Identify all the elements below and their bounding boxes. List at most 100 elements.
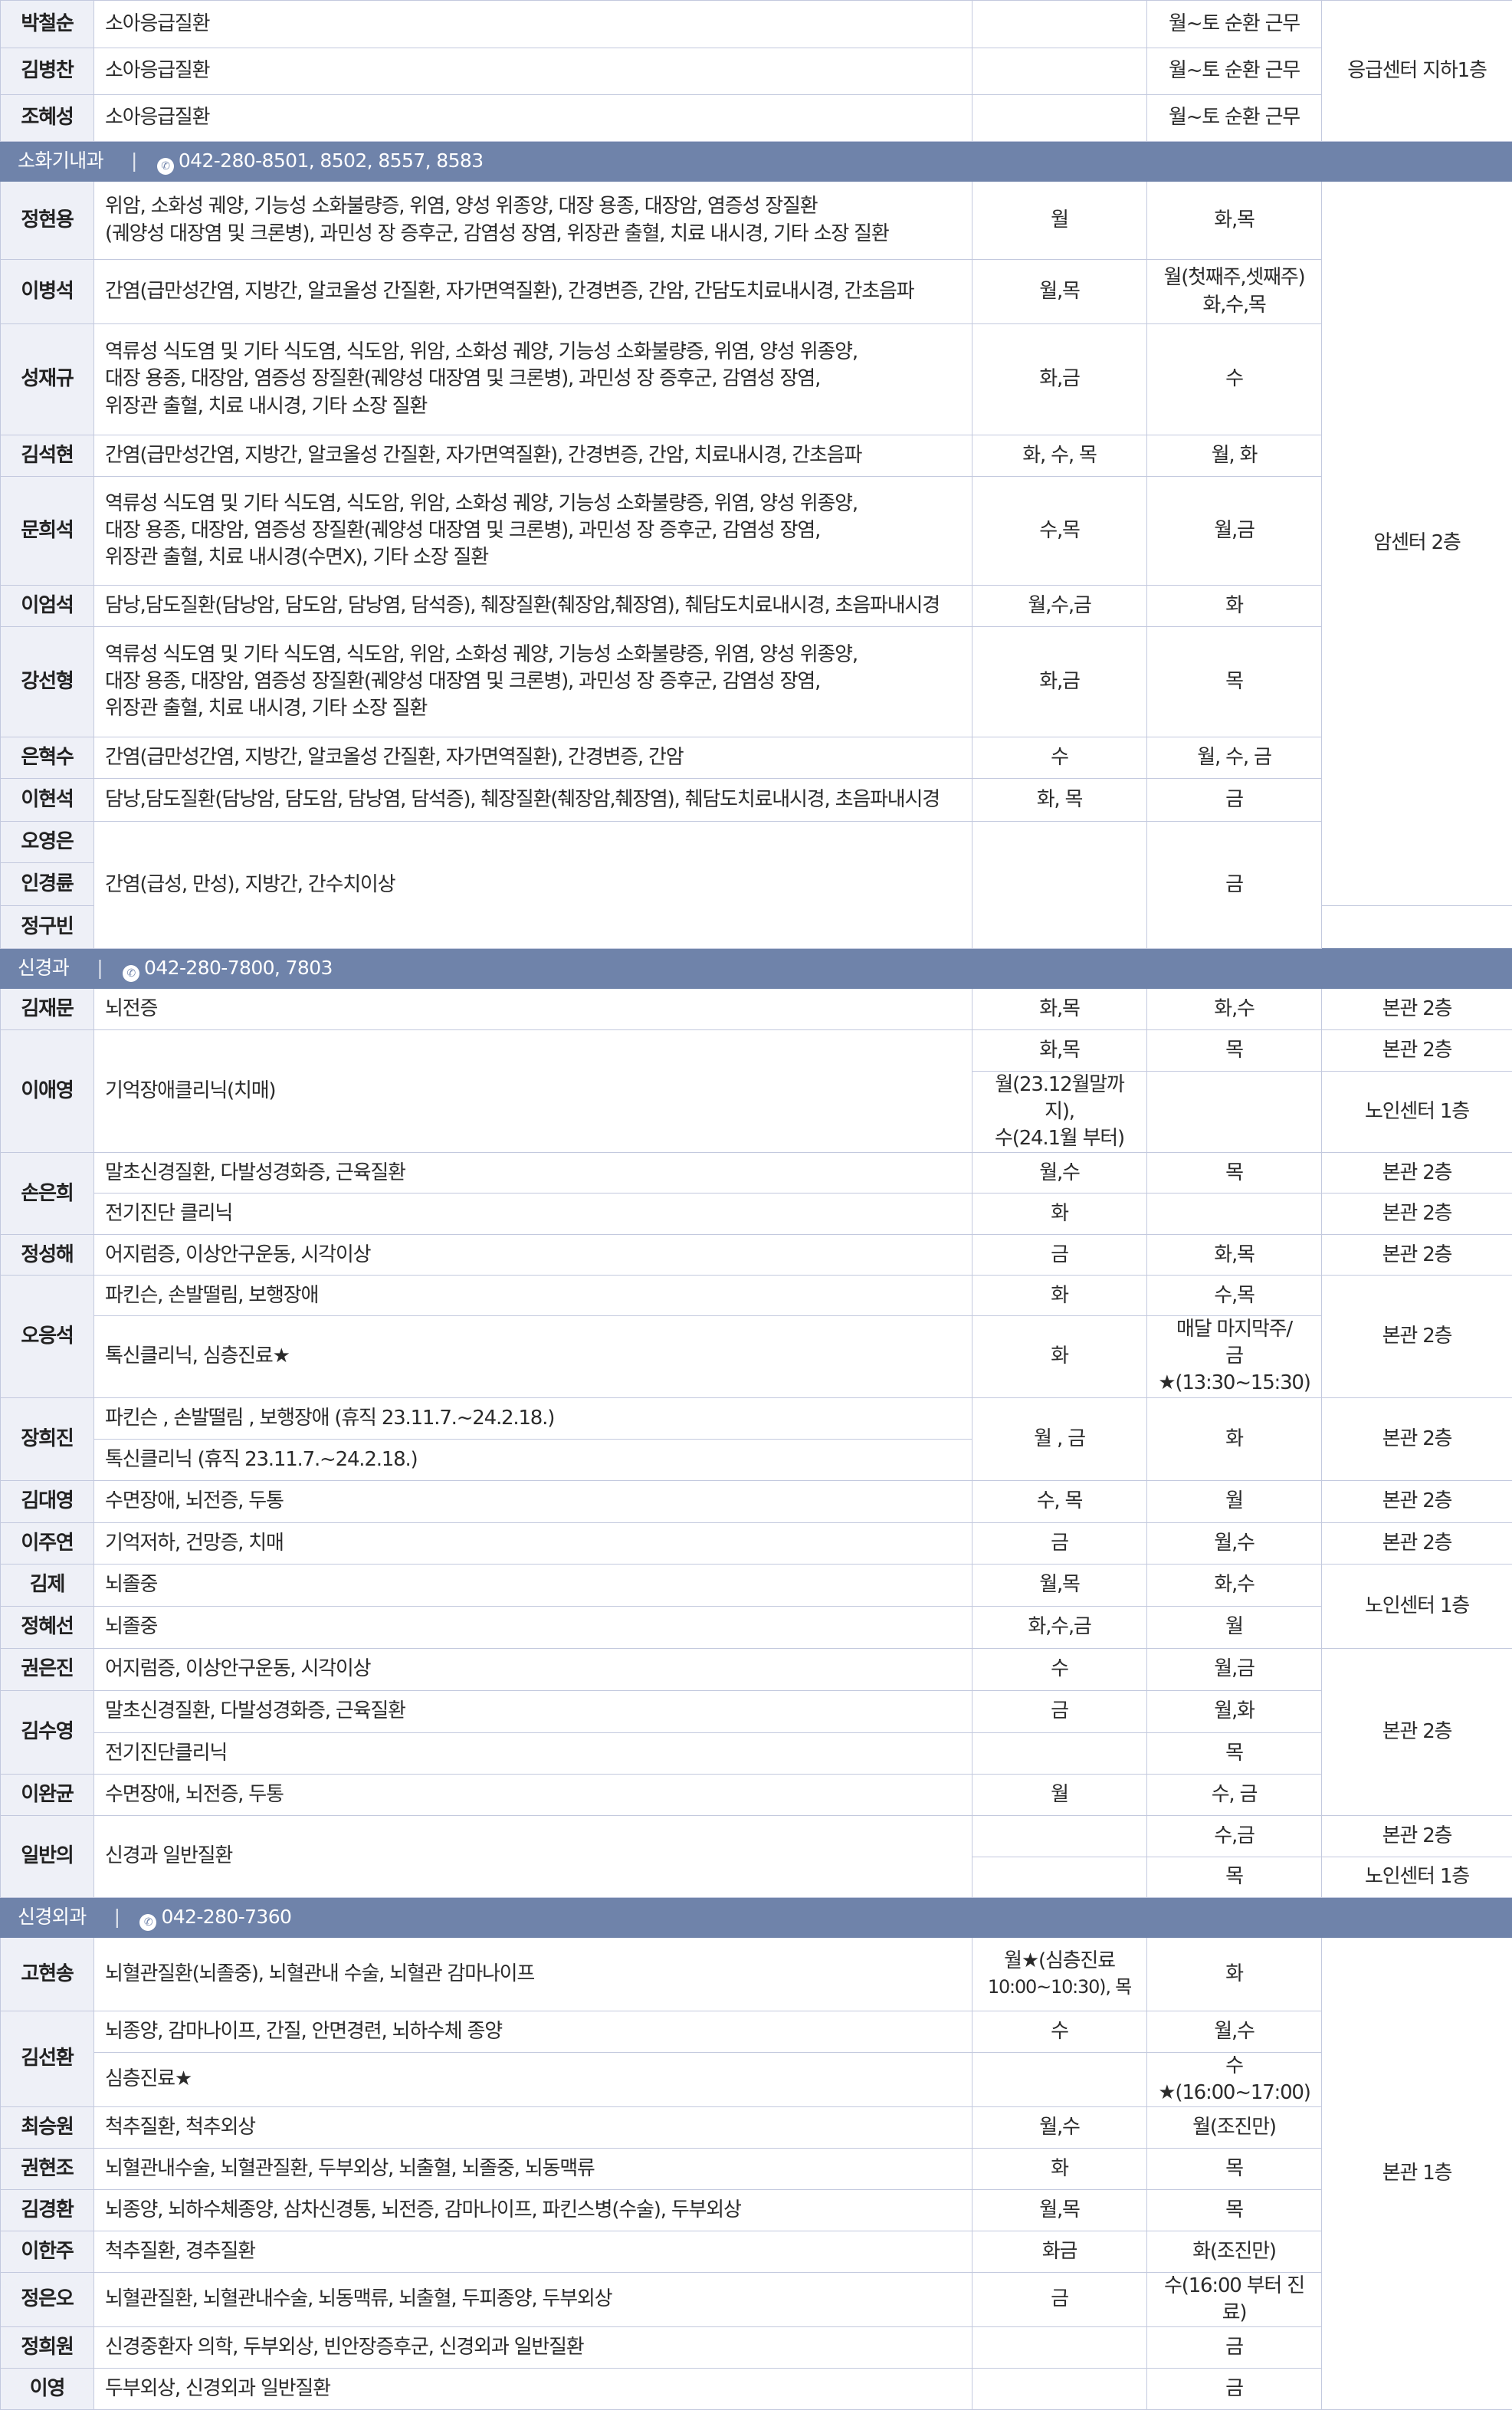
doctor-name: 고현송 [1,1937,94,2011]
pm-schedule: 월, 화 [1147,435,1322,477]
dept-phone: 042-280-7360 [161,1906,291,1928]
am-schedule [972,95,1147,142]
table-row: 김석현 간염(급만성간염, 지방간, 알코올성 간질환, 자가면역질환), 간경… [1,435,1512,477]
table-row: 손은희 말초신경질환, 다발성경화증, 근육질환 월,수 목 본관 2층 [1,1153,1512,1194]
am-schedule: 화 [972,1316,1147,1397]
specialty: 담낭,담도질환(담낭암, 담도암, 담낭염, 담석증), 췌장질환(췌장암,췌장… [94,779,972,822]
table-row: 전기진단클리닉 목 [1,1732,1512,1774]
specialty: 전기진단클리닉 [94,1732,972,1774]
pm-schedule: 월 [1147,1606,1322,1648]
am-schedule: 화 [972,1276,1147,1316]
location: 본관 2층 [1322,1522,1512,1564]
doctor-name: 장희진 [1,1397,94,1480]
am-schedule: 월★(심층진료10:00~10:30), 목 [972,1937,1147,2011]
am-schedule: 월,수,금 [972,586,1147,627]
doctor-name: 인경륜 [1,863,94,906]
pm-schedule: 금 [1147,822,1322,949]
table-row: 정성해 어지럼증, 이상안구운동, 시각이상 금 화,목 본관 2층 [1,1235,1512,1276]
pm-schedule: 월~토 순환 근무 [1147,95,1322,142]
pm-schedule: 매달 마지막주/금★(13:30~15:30) [1147,1316,1322,1397]
dept-name: 신경과 [18,957,69,979]
location: 본관 2층 [1322,1648,1512,1815]
specialty: 어지럼증, 이상안구운동, 시각이상 [94,1648,972,1690]
table-row: 이완균 수면장애, 뇌전증, 두통 월 수, 금 [1,1774,1512,1815]
am-schedule [972,2326,1147,2368]
am-schedule: 월,목 [972,260,1147,324]
doctor-name: 이병석 [1,260,94,324]
specialty: 톡신클리닉 (휴직 23.11.7.~24.2.18.) [94,1439,972,1480]
table-row: 성재규 역류성 식도염 및 기타 식도염, 식도암, 위암, 소화성 궤양, 기… [1,324,1512,435]
specialty: 톡신클리닉, 심층진료★ [94,1316,972,1397]
location: 본관 2층 [1322,989,1512,1030]
table-row: 김수영 말초신경질환, 다발성경화증, 근육질환 금 월,화 [1,1690,1512,1732]
doctor-name: 김경환 [1,2189,94,2231]
pm-schedule: 월(첫째주,셋째주)화,수,목 [1147,260,1322,324]
doctor-name: 이엄석 [1,586,94,627]
pm-schedule: 목 [1147,1857,1322,1897]
table-row: 오응석 파킨슨, 손발떨림, 보행장애 화 수,목 본관 2층 [1,1276,1512,1316]
specialty: 어지럼증, 이상안구운동, 시각이상 [94,1235,972,1276]
phone-icon: ✆ [157,158,174,175]
table-row: 권은진 어지럼증, 이상안구운동, 시각이상 수 월,금 본관 2층 [1,1648,1512,1690]
dept-name: 신경외과 [18,1906,87,1928]
pm-schedule: 수,금 [1147,1815,1322,1857]
am-schedule: 수 [972,1648,1147,1690]
specialty: 역류성 식도염 및 기타 식도염, 식도암, 위암, 소화성 궤양, 기능성 소… [94,627,972,737]
table-row: 고현송 뇌혈관질환(뇌졸중), 뇌혈관내 수술, 뇌혈관 감마나이프 월★(심층… [1,1937,1512,2011]
specialty: 수면장애, 뇌전증, 두통 [94,1480,972,1522]
pm-schedule: 수 [1147,324,1322,435]
location: 본관 2층 [1322,1235,1512,1276]
pm-schedule: 화,수 [1147,1564,1322,1606]
table-row: 김선환 뇌종양, 감마나이프, 간질, 안면경련, 뇌하수체 종양 수 월,수 [1,2011,1512,2052]
table-row: 이한주 척추질환, 경추질환 화금 화(조진만) [1,2231,1512,2272]
am-schedule: 월,수 [972,2106,1147,2148]
specialty: 파킨슨 , 손발떨림 , 보행장애 (휴직 23.11.7.~24.2.18.) [94,1397,972,1439]
table-row: 정희원 신경중환자 의학, 두부외상, 빈안장증후군, 신경외과 일반질환 금 [1,2326,1512,2368]
pm-schedule: 목 [1147,1030,1322,1072]
doctor-name: 이영 [1,2368,94,2409]
specialty: 역류성 식도염 및 기타 식도염, 식도암, 위암, 소화성 궤양, 기능성 소… [94,477,972,586]
doctor-name: 김수영 [1,1690,94,1774]
specialty: 담낭,담도질환(담낭암, 담도암, 담낭염, 담석증), 췌장질환(췌장암,췌장… [94,586,972,627]
doctor-name: 오응석 [1,1276,94,1397]
pm-schedule [1147,1194,1322,1235]
table-row: 조혜성 소아응급질환 월~토 순환 근무 [1,95,1512,142]
am-schedule: 화,금 [972,627,1147,737]
pm-schedule: 화 [1147,1397,1322,1480]
table-row: 이병석 간염(급만성간염, 지방간, 알코올성 간질환, 자가면역질환), 간경… [1,260,1512,324]
dept-phone: 042-280-8501, 8502, 8557, 8583 [179,149,484,172]
pm-schedule: 화,목 [1147,1235,1322,1276]
am-schedule: 월,수 [972,1153,1147,1194]
table-row: 톡신클리닉, 심층진료★ 화 매달 마지막주/금★(13:30~15:30) [1,1316,1512,1397]
table-row: 장희진 파킨슨 , 손발떨림 , 보행장애 (휴직 23.11.7.~24.2.… [1,1397,1512,1439]
location: 본관 2층 [1322,1153,1512,1194]
pm-schedule: 수(16:00 부터 진료) [1147,2272,1322,2326]
am-schedule: 수,목 [972,477,1147,586]
table-row: 전기진단 클리닉 화 본관 2층 [1,1194,1512,1235]
location: 본관 2층 [1322,1480,1512,1522]
table-row: 정현용 위암, 소화성 궤양, 기능성 소화불량증, 위염, 양성 위종양, 대… [1,182,1512,260]
location: 암센터 2층 [1322,182,1512,906]
am-schedule: 금 [972,1235,1147,1276]
doctor-name: 정구빈 [1,906,94,949]
phone-icon: ✆ [123,965,139,982]
am-schedule [972,1732,1147,1774]
pm-schedule: 월,금 [1147,1648,1322,1690]
am-schedule: 화, 목 [972,779,1147,822]
pm-schedule: 월~토 순환 근무 [1147,1,1322,48]
doctor-name: 권은진 [1,1648,94,1690]
am-schedule: 금 [972,2272,1147,2326]
doctor-name: 정은오 [1,2272,94,2326]
location: 본관 1층 [1322,1937,1512,2409]
location: 본관 2층 [1322,1397,1512,1480]
specialty: 척추질환, 척추외상 [94,2106,972,2148]
am-schedule: 수, 목 [972,1480,1147,1522]
dept-header-neurosurgery: 신경외과|✆042-280-7360 [1,1897,1512,1937]
am-schedule [972,48,1147,95]
pm-schedule: 목 [1147,1153,1322,1194]
location: 본관 2층 [1322,1276,1512,1397]
specialty: 말초신경질환, 다발성경화증, 근육질환 [94,1690,972,1732]
specialty: 기억저하, 건망증, 치매 [94,1522,972,1564]
am-schedule: 화 [972,1194,1147,1235]
am-schedule: 월 , 금 [972,1397,1147,1480]
